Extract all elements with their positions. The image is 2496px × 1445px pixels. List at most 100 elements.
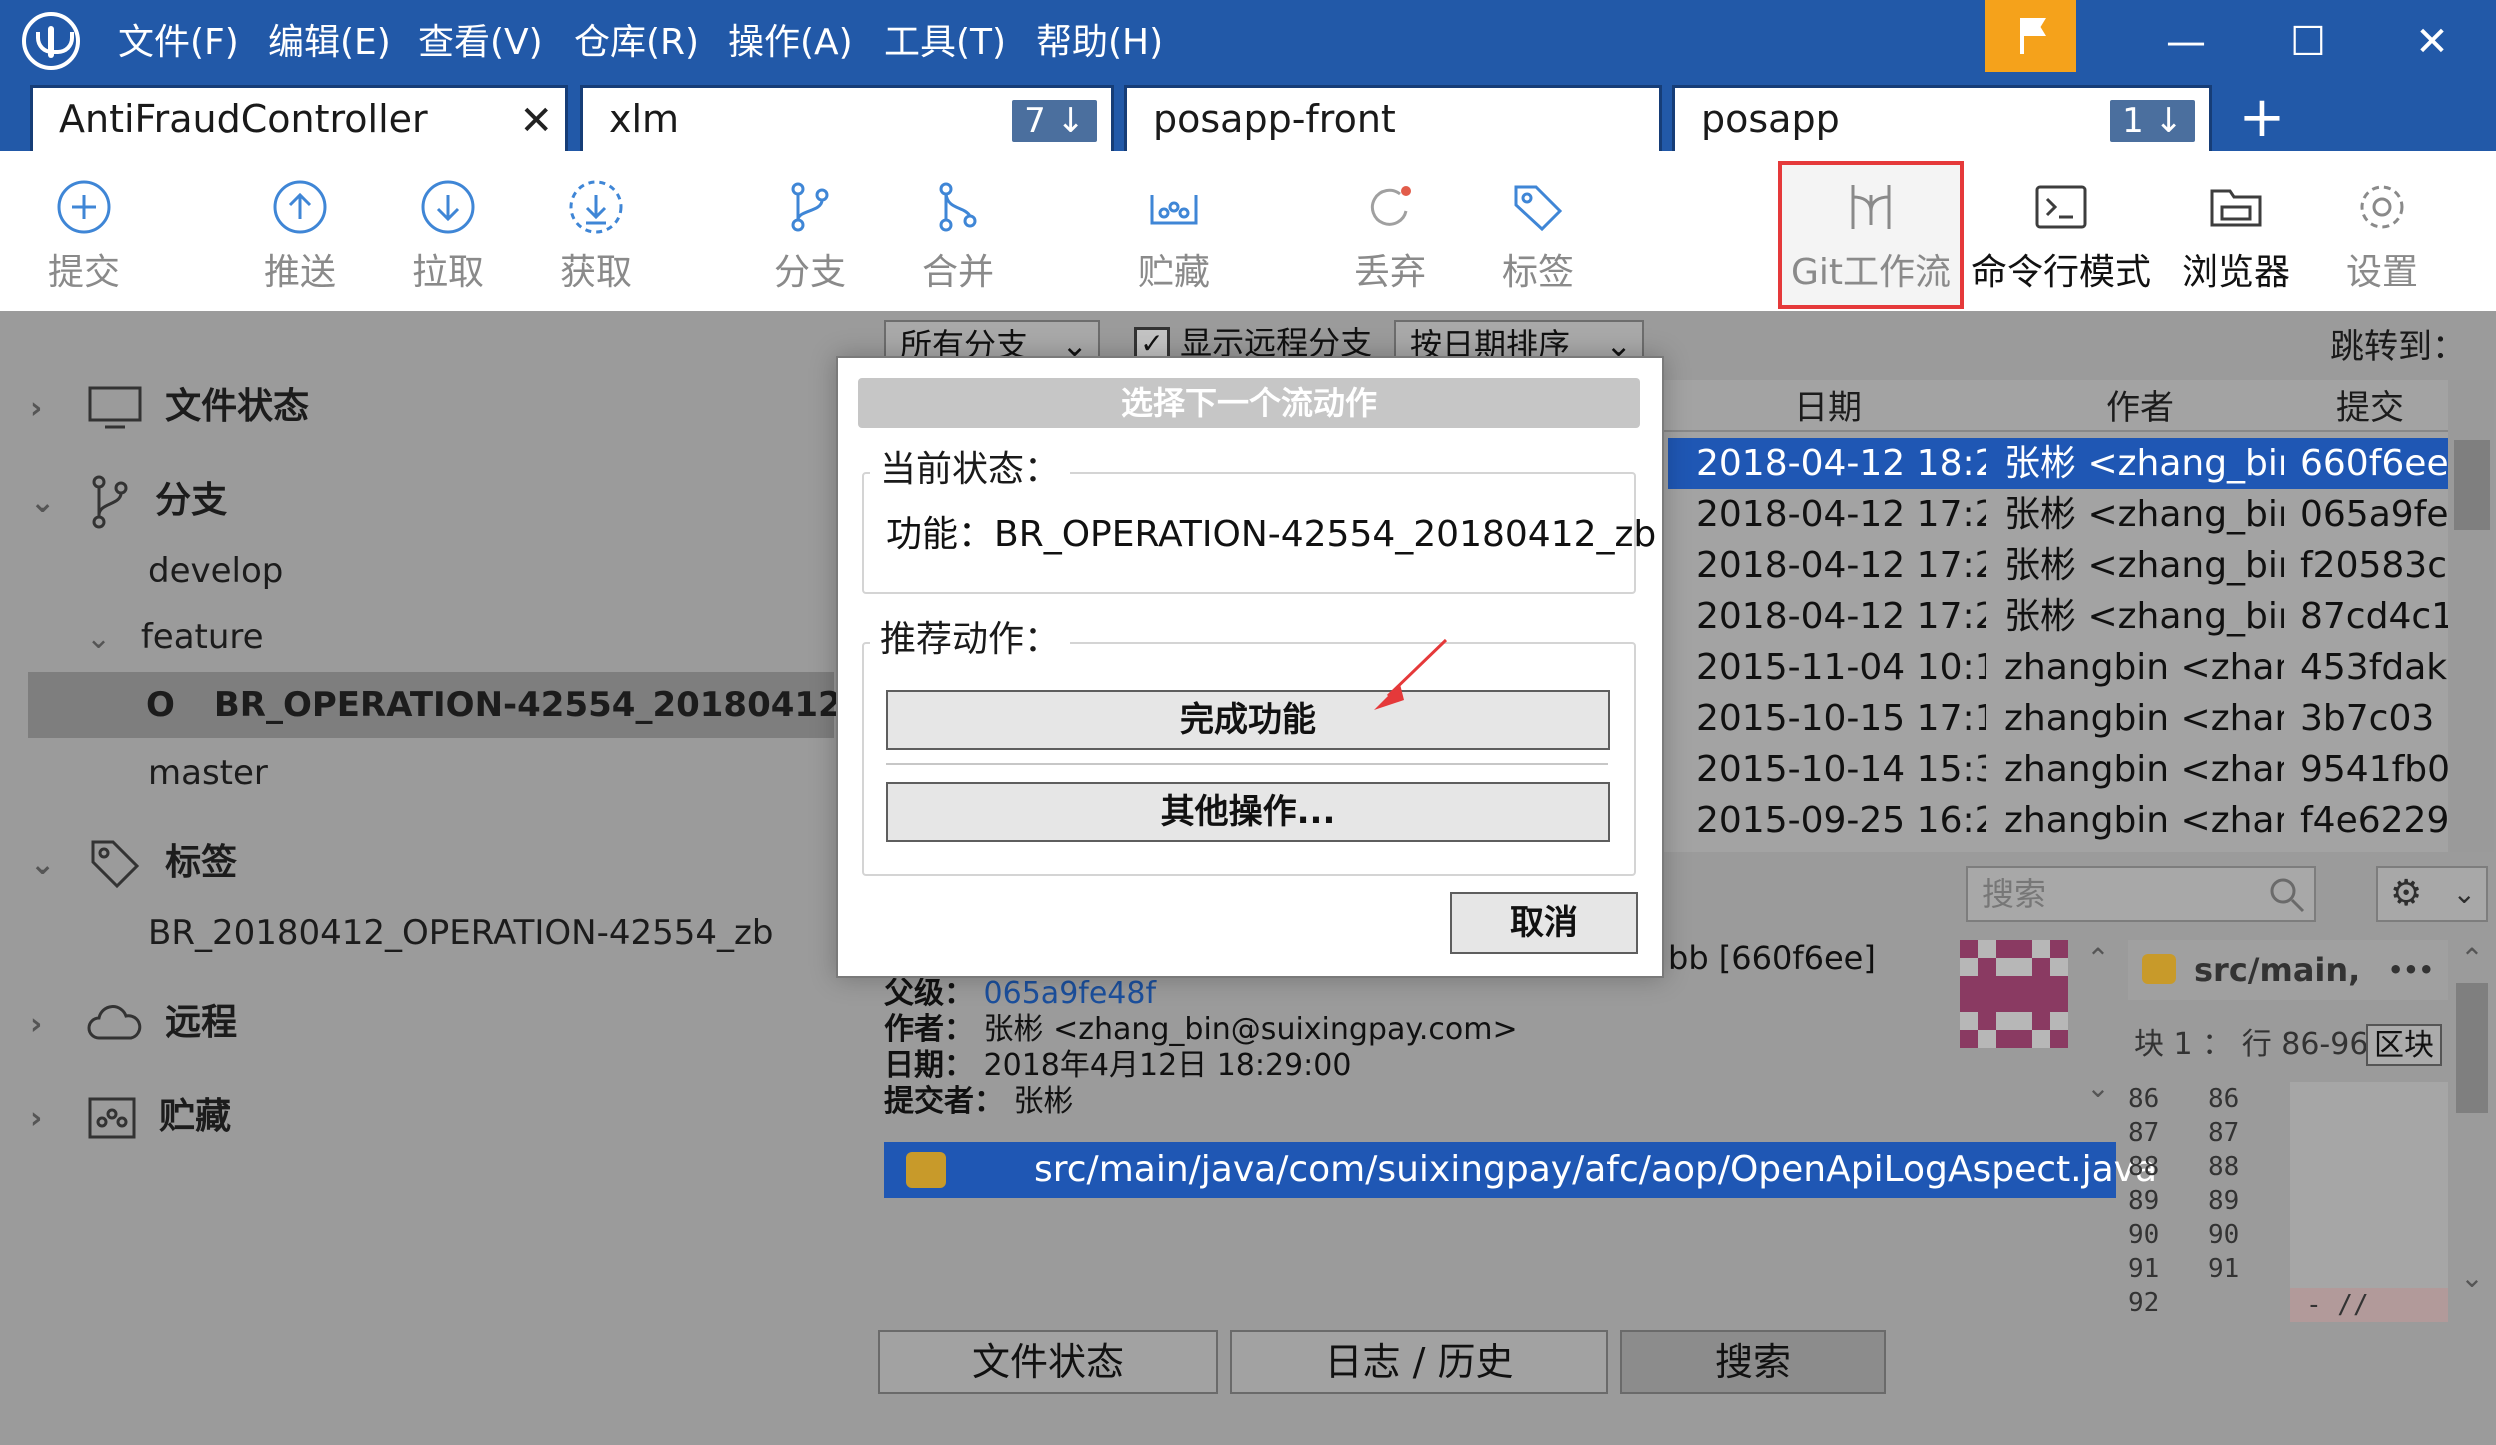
gitflow-button[interactable]: Git工作流 — [1780, 165, 1962, 305]
tag-button[interactable]: 标签 — [1478, 165, 1598, 305]
search-options-dropdown[interactable]: ⚙ ⌄ — [2376, 866, 2488, 922]
fetch-button[interactable]: 获取 — [536, 165, 656, 305]
current-state-value: 功能：BR_OPERATION-42554_20180412_zb — [886, 514, 1657, 555]
table-row[interactable]: 2018-04-12 17:2 张彬 <zhang_bir 065a9fe — [1668, 489, 2448, 540]
flag-button[interactable] — [1985, 0, 2076, 72]
parent-link[interactable]: 065a9fe48f — [984, 976, 1157, 1011]
more-options-icon[interactable]: ••• — [2388, 940, 2434, 1000]
table-row[interactable]: 2015-10-14 15:3 zhangbin <zhar 9541fb0 — [1668, 744, 2448, 795]
repo-tab-xlm[interactable]: xlm 7 ↓ — [580, 85, 1114, 151]
maximize-button[interactable]: ☐ — [2248, 0, 2368, 85]
line-number: 92 — [2128, 1288, 2160, 1318]
search-icon — [2270, 878, 2305, 913]
table-row[interactable]: 2015-10-15 17:1 zhangbin <zhar 3b7c03 — [1668, 693, 2448, 744]
details-scrollbar[interactable]: ⌃ ⌄ — [2080, 942, 2116, 1122]
commit-author-cell: 张彬 <zhang_bir — [2004, 596, 2284, 637]
tab-search[interactable]: 搜索 — [1620, 1330, 1886, 1394]
jump-to-label[interactable]: 跳转到： — [2330, 322, 2466, 372]
column-header-commit[interactable]: 提交 — [2290, 386, 2450, 430]
sidebar-item-label: 标签 — [165, 842, 238, 883]
discard-button[interactable]: 丢弃 — [1330, 165, 1450, 305]
column-header-date[interactable]: 日期 — [1668, 386, 1988, 430]
sidebar-branch-develop[interactable]: develop — [148, 540, 283, 602]
commit-date-cell: 2015-10-14 15:3 — [1696, 749, 1986, 790]
changed-file-row[interactable]: src/main/java/com/suixingpay/afc/aop/Ope… — [884, 1142, 2157, 1198]
repo-tab-posapp[interactable]: posapp 1 ↓ — [1672, 85, 2212, 151]
menu-tools[interactable]: 工具(T) — [884, 18, 1006, 68]
date-value: 2018年4月12日 18:29:00 — [983, 1048, 1352, 1083]
cancel-button[interactable]: 取消 — [1450, 892, 1638, 954]
author-label: 作者： — [884, 1012, 974, 1047]
app-logo-icon — [22, 12, 80, 70]
finish-feature-button[interactable]: 完成功能 — [886, 690, 1610, 750]
sidebar-item-label: 远程 — [165, 1002, 238, 1043]
other-actions-button[interactable]: 其他操作... — [886, 782, 1610, 842]
flag-cloth — [2024, 18, 2046, 36]
table-row[interactable]: 2018-04-12 18:2 张彬 <zhang_bir 660f6ee — [1668, 438, 2448, 489]
commit-date-cell: 2015-09-25 16:2 — [1696, 800, 1986, 841]
table-row[interactable]: 2018-04-12 17:2 张彬 <zhang_bir f20583c — [1668, 540, 2448, 591]
scrollbar-thumb[interactable] — [2454, 440, 2490, 530]
close-tab-icon[interactable]: ✕ — [519, 96, 553, 146]
author-value: 张彬 <zhang_bin@suixingpay.com> — [983, 1012, 1518, 1047]
repo-tab-posapp-front[interactable]: posapp-front — [1124, 85, 1662, 151]
chevron-down-icon: ⌄ — [86, 621, 112, 656]
push-button[interactable]: 推送 — [240, 165, 360, 305]
commit-list-scrollbar[interactable] — [2450, 380, 2494, 852]
branch-button[interactable]: 分支 — [750, 165, 870, 305]
scrollbar-thumb[interactable] — [2456, 983, 2488, 1113]
sidebar-tag-item[interactable]: BR_20180412_OPERATION-42554_zb — [148, 902, 773, 964]
explorer-button[interactable]: 浏览器 — [2176, 165, 2296, 305]
menu-repository[interactable]: 仓库(R) — [574, 18, 699, 68]
commit-hash-cell: 9541fb0 — [2300, 749, 2448, 790]
sidebar-item-file-status[interactable]: › 文件状态 — [30, 376, 309, 438]
merge-button[interactable]: 合并 — [898, 165, 1018, 305]
tab-file-status[interactable]: 文件状态 — [878, 1330, 1218, 1394]
line-number: 91 — [2208, 1254, 2240, 1284]
menu-view[interactable]: 查看(V) — [418, 18, 543, 68]
chevron-right-icon: › — [30, 1101, 43, 1136]
chevron-down-icon: ⌄ — [30, 485, 56, 520]
pull-button[interactable]: 拉取 — [388, 165, 508, 305]
table-row[interactable]: 2018-04-12 17:2 张彬 <zhang_bir 87cd4c1 — [1668, 591, 2448, 642]
close-window-button[interactable]: ✕ — [2372, 0, 2492, 85]
menu-file[interactable]: 文件(F) — [118, 18, 239, 68]
commit-date-cell: 2018-04-12 18:2 — [1696, 443, 1986, 484]
search-input[interactable]: 搜索 — [1966, 866, 2316, 922]
table-row[interactable]: 2015-11-04 10:1 zhangbin <zhar 453fdak — [1668, 642, 2448, 693]
sidebar-branch-current[interactable]: O BR_OPERATION-42554_20180412_zb — [146, 674, 903, 736]
menu-help[interactable]: 帮助(H) — [1036, 18, 1163, 68]
menu-actions[interactable]: 操作(A) — [728, 18, 853, 68]
tab-log-history[interactable]: 日志 / 历史 — [1230, 1330, 1608, 1394]
terminal-button[interactable]: 命令行模式 — [1966, 165, 2156, 305]
hunk-button[interactable]: 区块 — [2366, 1024, 2442, 1066]
repo-tab-antifraudcontroller[interactable]: AntiFraudController ✕ — [30, 85, 568, 151]
sidebar-item-remotes[interactable]: › 远程 — [30, 992, 237, 1054]
repo-tab-label: AntiFraudController — [59, 97, 428, 141]
column-header-author[interactable]: 作者 — [1992, 386, 2288, 430]
table-row[interactable]: 2015-09-25 16:2 zhangbin <zhar f4e6229 — [1668, 795, 2448, 846]
pull-label: 拉取 — [411, 252, 484, 293]
settings-button[interactable]: 设置 — [2322, 165, 2442, 305]
add-tab-button[interactable]: + — [2232, 86, 2292, 150]
commit-button[interactable]: 提交 — [24, 165, 144, 305]
sidebar-branch-feature[interactable]: ⌄ feature — [86, 606, 264, 668]
sidebar-item-label: BR_OPERATION-42554_20180412_zb — [213, 685, 903, 725]
commit-author-cell: zhangbin <zhar — [2004, 749, 2284, 790]
sidebar-item-tags[interactable]: ⌄ 标签 — [30, 832, 237, 894]
dialog-separator — [886, 763, 1608, 765]
menu-edit[interactable]: 编辑(E) — [268, 18, 391, 68]
new-line-numbers: 86 87 88 89 90 91 — [2208, 1082, 2278, 1286]
minimize-button[interactable]: — — [2126, 0, 2246, 85]
line-number: 86 — [2208, 1084, 2240, 1114]
diff-scrollbar[interactable]: ⌃ ⌄ — [2452, 942, 2492, 1322]
sidebar-branch-master[interactable]: master — [148, 742, 268, 804]
sidebar-item-branches[interactable]: ⌄ 分支 — [30, 470, 227, 532]
commit-date-row: 日期： 2018年4月12日 18:29:00 — [884, 1048, 1351, 1084]
commit-hash-cell: 065a9fe — [2300, 494, 2448, 535]
chevron-right-icon: › — [30, 391, 43, 426]
sidebar-item-stashes[interactable]: › 贮藏 — [30, 1086, 231, 1148]
stash-button[interactable]: 贮藏 — [1114, 165, 1234, 305]
annotation-arrow-icon — [1374, 638, 1448, 710]
parent-label: 父级： — [884, 976, 974, 1011]
